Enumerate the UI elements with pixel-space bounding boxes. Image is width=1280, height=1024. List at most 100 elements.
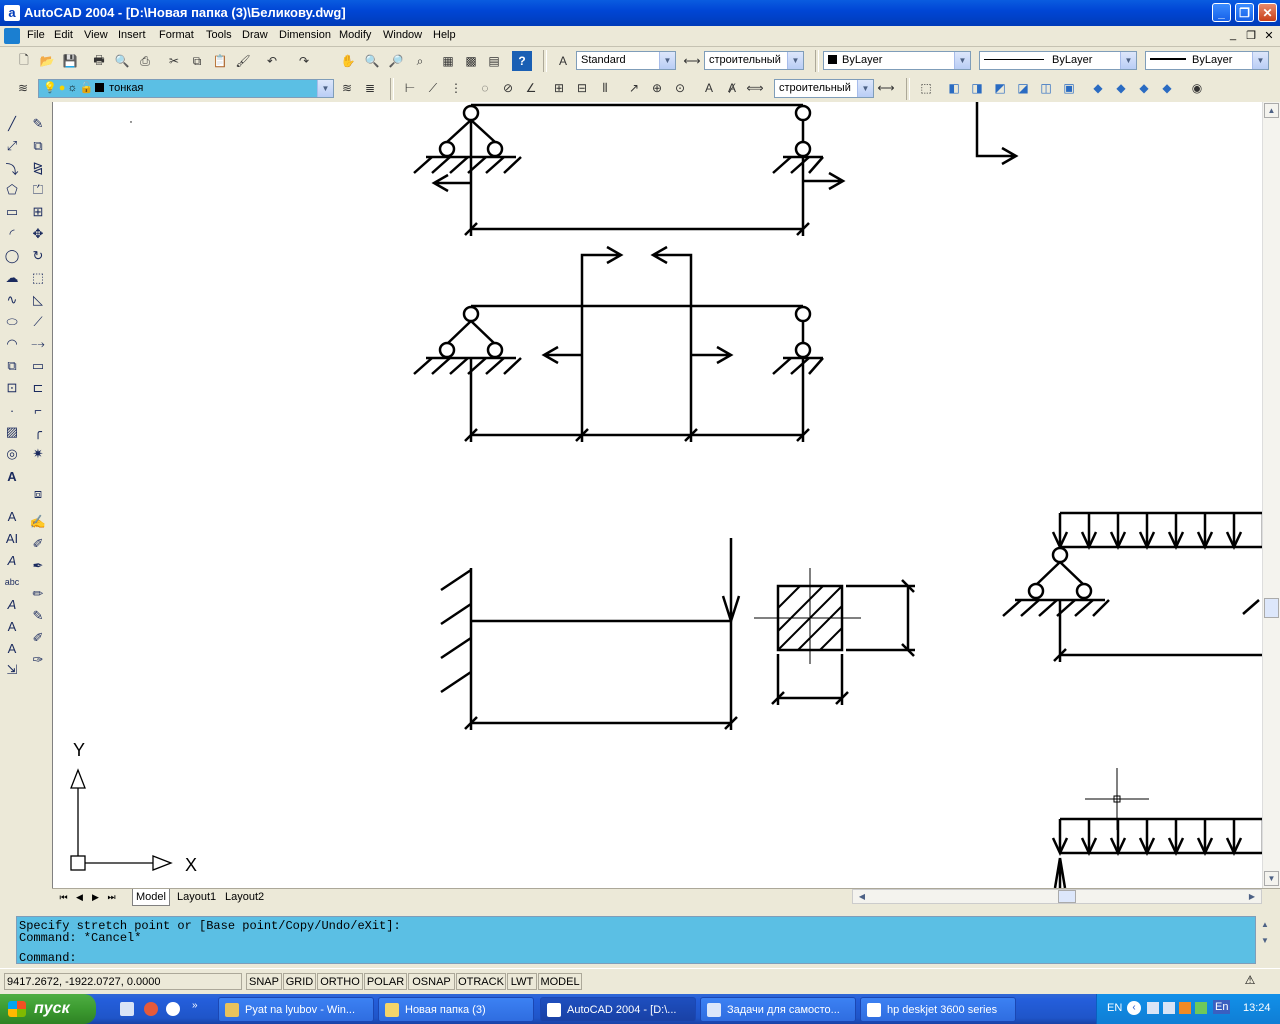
dim-style-combo[interactable]: строительный ▼ [704,51,804,70]
chamfer-icon[interactable]: ⌐ [28,400,48,420]
communication-center-icon[interactable]: ⚠ [1242,973,1258,989]
scale-text-icon[interactable]: A [2,616,22,636]
line-icon[interactable]: ╱ [2,114,22,134]
mdi-close-button[interactable]: ✕ [1262,29,1276,42]
radius-dimension-icon[interactable]: ◌ [475,78,495,98]
angular-dimension-icon[interactable]: ∠ [521,78,541,98]
command-prompt[interactable]: Command: [17,952,1255,964]
ellipse-arc-icon[interactable]: ◠ [2,334,22,354]
dimension-style-icon[interactable]: ⟷ [876,78,896,98]
horizontal-scrollbar[interactable]: ◀ ▶ [852,889,1262,904]
drawing-area[interactable]: Y X [52,102,1263,888]
coordinates-display[interactable]: 9417.2672, -1922.0727, 0.0000 [4,973,242,990]
extend-icon[interactable]: ⤍ [28,334,48,354]
menu-help[interactable]: Help [433,29,456,41]
edit-hatch-icon[interactable]: ✏ [28,584,48,604]
scroll-right-icon[interactable]: ▶ [1245,890,1259,903]
text-style-icon[interactable]: A [553,51,573,71]
zoom-previous-icon[interactable]: ⌕ [410,51,430,71]
sw-isometric-icon[interactable]: ◆ [1088,78,1108,98]
prev-tab-icon[interactable]: ◀ [72,890,87,904]
front-view-icon[interactable]: ◫ [1036,78,1056,98]
open-icon[interactable]: 📂 [37,51,57,71]
layer-combo[interactable]: 💡 ● ☼ 🔓 тонкая ▼ [38,79,334,98]
cmd-scroll-up-icon[interactable]: ▲ [1258,918,1272,932]
justify-text-icon[interactable]: A [2,638,22,658]
baseline-dimension-icon[interactable]: ⊟ [572,78,592,98]
sync-attributes-icon[interactable]: ✑ [28,650,48,670]
ne-isometric-icon[interactable]: ◆ [1134,78,1154,98]
lock-icon[interactable]: 🔓 [79,82,93,94]
multiline-text-icon[interactable]: A [2,466,22,486]
help-icon[interactable]: ? [512,51,532,71]
properties-icon[interactable]: ▦ [438,51,458,71]
explode-icon[interactable]: ✷ [28,444,48,464]
mtext-icon[interactable]: A [2,506,22,526]
tab-layout2[interactable]: Layout2 [222,889,267,905]
media-player-icon[interactable] [166,1002,180,1016]
redo-icon[interactable]: ↷ [294,51,314,71]
erase-icon[interactable]: ✎ [28,114,48,134]
polar-toggle[interactable]: POLAR [364,973,407,990]
zoom-window-icon[interactable]: 🔎 [386,51,406,71]
break-icon[interactable]: ▭ [28,356,48,376]
edit-spline-icon[interactable]: ✒ [28,556,48,576]
menu-view[interactable]: View [84,29,108,41]
make-object-layer-current-icon[interactable]: ≋ [337,78,357,98]
menu-modify[interactable]: Modify [339,29,371,41]
scale-icon[interactable]: ⬚ [28,268,48,288]
printer-tray-icon[interactable] [1147,1002,1159,1014]
scroll-up-icon[interactable]: ▲ [1264,103,1279,118]
copy-object-icon[interactable]: ⧉ [28,136,48,156]
menu-tools[interactable]: Tools [206,29,232,41]
block-attribute-manager-icon[interactable]: ✐ [28,628,48,648]
last-tab-icon[interactable]: ⏭ [104,890,119,904]
tray-collapse-icon[interactable]: ‹ [1127,1001,1141,1015]
chevron-down-icon[interactable]: ▼ [787,52,803,69]
layer-previous-icon[interactable]: ≣ [360,78,380,98]
lightbulb-icon[interactable]: 💡 [43,82,57,94]
stretch-icon[interactable]: ◺ [28,290,48,310]
show-desktop-icon[interactable] [120,1002,134,1016]
se-isometric-icon[interactable]: ◆ [1111,78,1131,98]
linetype-combo[interactable]: ByLayer ▼ [979,51,1137,70]
draw-order-icon[interactable]: ⧈ [28,484,48,504]
center-mark-icon[interactable]: ⊙ [670,78,690,98]
layer-manager-icon[interactable]: ≋ [13,78,33,98]
network-icon[interactable] [1179,1002,1191,1014]
revision-cloud-icon[interactable]: ☁ [2,268,22,288]
cut-icon[interactable]: ✂ [164,51,184,71]
dimension-style-icon[interactable]: ⟷ [682,51,702,71]
move-icon[interactable]: ✥ [28,224,48,244]
chevron-down-icon[interactable]: ▼ [954,52,970,69]
rotate-icon[interactable]: ↻ [28,246,48,266]
taskbar-item-winamp[interactable]: Pyat na lyubov - Win... [218,997,374,1022]
trim-icon[interactable]: ⟋ [28,312,48,332]
design-center-icon[interactable]: ▩ [461,51,481,71]
dim-style-combo-2[interactable]: строительный ▼ [774,79,874,98]
minimize-button[interactable]: _ [1212,3,1231,22]
more-quick-launch-icon[interactable]: » [192,1000,198,1011]
nw-isometric-icon[interactable]: ◆ [1157,78,1177,98]
make-block-icon[interactable]: ⊡ [2,378,22,398]
chevron-down-icon[interactable]: ▼ [1252,52,1268,69]
maximize-button[interactable]: ❐ [1235,3,1254,22]
volume-icon[interactable] [1163,1002,1175,1014]
menu-window[interactable]: Window [383,29,422,41]
autocad-app-icon[interactable]: a [4,5,20,21]
undo-icon[interactable]: ↶ [262,51,282,71]
paste-icon[interactable]: 📋 [210,51,230,71]
match-properties-icon[interactable]: 🖌 [233,51,253,71]
menu-edit[interactable]: Edit [54,29,73,41]
linear-dimension-icon[interactable]: ⊢ [400,78,420,98]
vertical-scrollbar[interactable]: ▲ ▼ [1262,102,1280,888]
edit-attribute-icon[interactable]: ✎ [28,606,48,626]
edit-polyline-icon[interactable]: ✐ [28,534,48,554]
fillet-icon[interactable]: ╭ [28,422,48,442]
convert-distance-icon[interactable]: ⇲ [2,660,22,680]
menu-draw[interactable]: Draw [242,29,268,41]
mdi-restore-button[interactable]: ❐ [1244,29,1258,42]
single-line-text-icon[interactable]: AI [2,528,22,548]
menu-file[interactable]: File [27,29,45,41]
dimension-update-icon[interactable]: ⟺ [745,78,765,98]
